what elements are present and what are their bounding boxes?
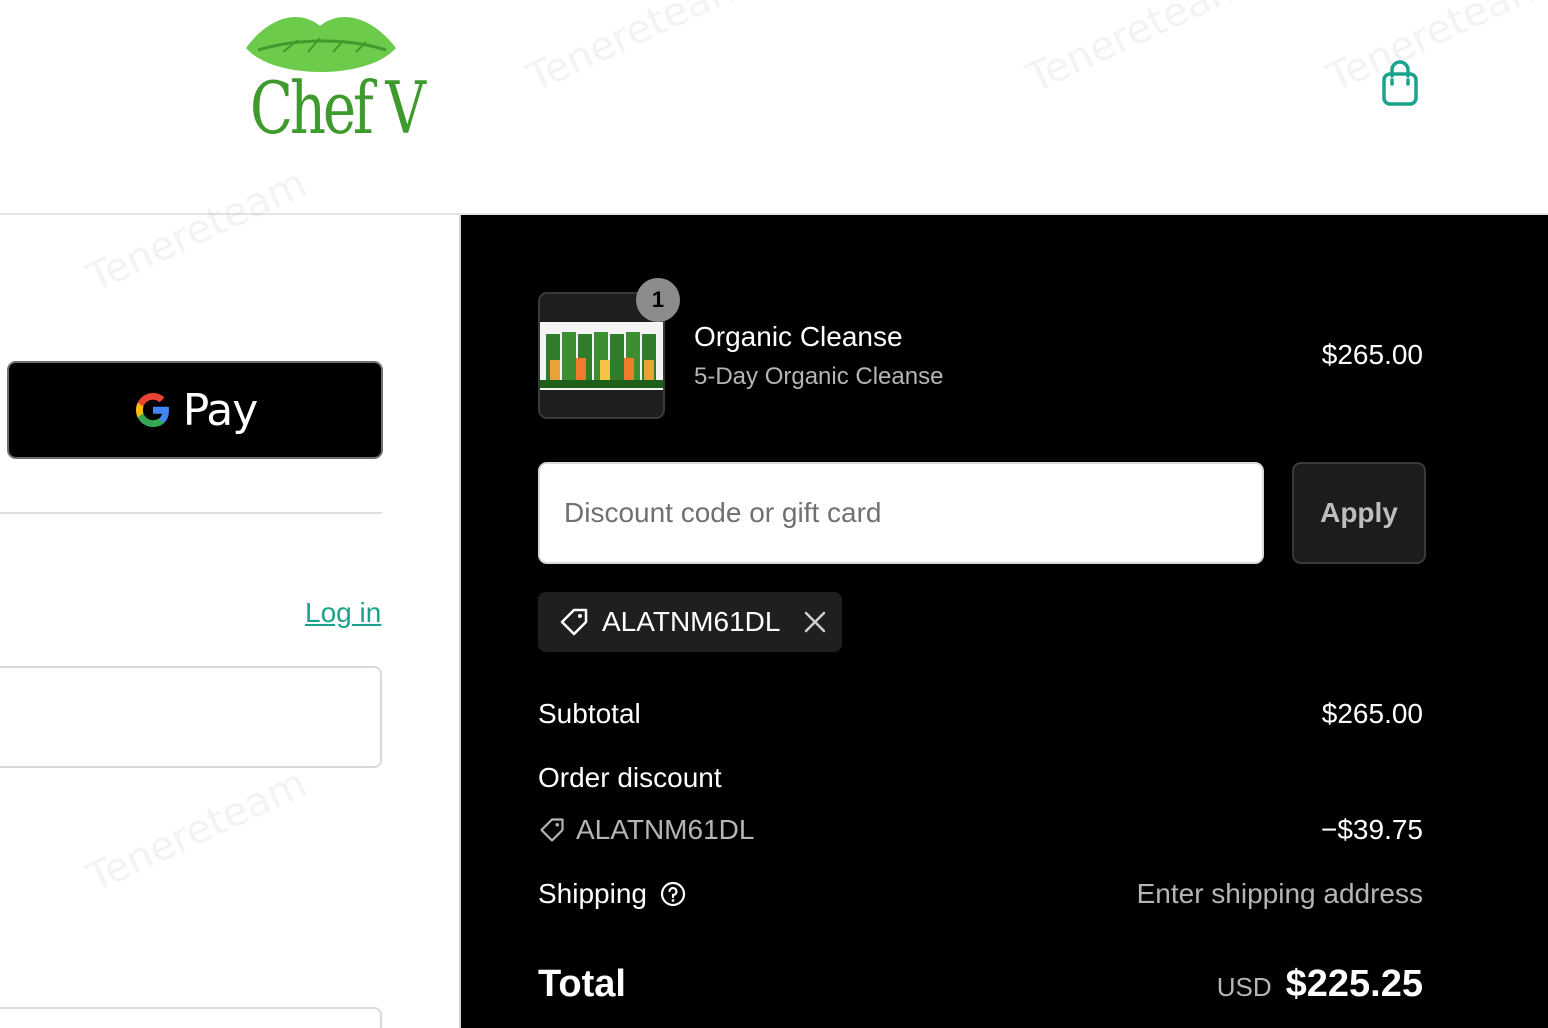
shipping-label: Shipping — [538, 878, 647, 909]
help-icon[interactable] — [659, 880, 687, 908]
total-row: USD $225.25 — [1217, 963, 1423, 1006]
discount-code-text: ALATNM61DL — [576, 814, 755, 845]
subtotal-value: $265.00 — [1321, 698, 1423, 729]
header: Chef V — [0, 0, 1548, 215]
checkout-page: Chef V Pay Log in 1 Organic Cleanse 5-Da… — [0, 0, 1548, 1028]
discount-value: −$39.75 — [1321, 814, 1423, 845]
google-pay-label: Pay — [182, 384, 259, 436]
cart-button[interactable] — [1378, 58, 1422, 108]
chef-v-logo-text: Chef V — [250, 66, 426, 150]
total-label: Total — [538, 963, 626, 1005]
discount-code-row: ALATNM61DL — [538, 814, 754, 846]
product-price: $265.00 — [1321, 339, 1423, 370]
total-value: $225.25 — [1285, 963, 1423, 1005]
product-name: Organic Cleanse — [694, 321, 903, 352]
form-field[interactable] — [0, 1007, 382, 1028]
email-input[interactable] — [0, 666, 382, 768]
discount-code-input[interactable] — [538, 462, 1264, 564]
shipping-value: Enter shipping address — [1136, 878, 1423, 909]
order-summary: 1 Organic Cleanse 5-Day Organic Cleanse … — [459, 215, 1548, 1028]
tag-icon — [540, 818, 564, 842]
order-discount-label: Order discount — [538, 762, 722, 793]
applied-discount-chip: ALATNM61DL — [538, 592, 842, 652]
remove-discount-icon[interactable] — [802, 609, 828, 635]
product-variant: 5-Day Organic Cleanse — [694, 363, 944, 390]
login-link[interactable]: Log in — [305, 597, 381, 629]
applied-discount-code: ALATNM61DL — [602, 606, 781, 637]
apply-discount-button[interactable]: Apply — [1292, 462, 1426, 564]
divider — [0, 512, 382, 514]
subtotal-label: Subtotal — [538, 698, 641, 729]
checkout-form: Pay Log in — [0, 217, 459, 1028]
shopping-bag-icon — [1382, 60, 1418, 106]
currency-code: USD — [1216, 972, 1272, 1002]
quantity-badge: 1 — [636, 278, 680, 322]
google-g-icon — [135, 393, 169, 427]
tag-icon — [560, 608, 588, 636]
shipping-label-row: Shipping — [538, 878, 687, 910]
google-pay-button[interactable]: Pay — [7, 361, 383, 459]
